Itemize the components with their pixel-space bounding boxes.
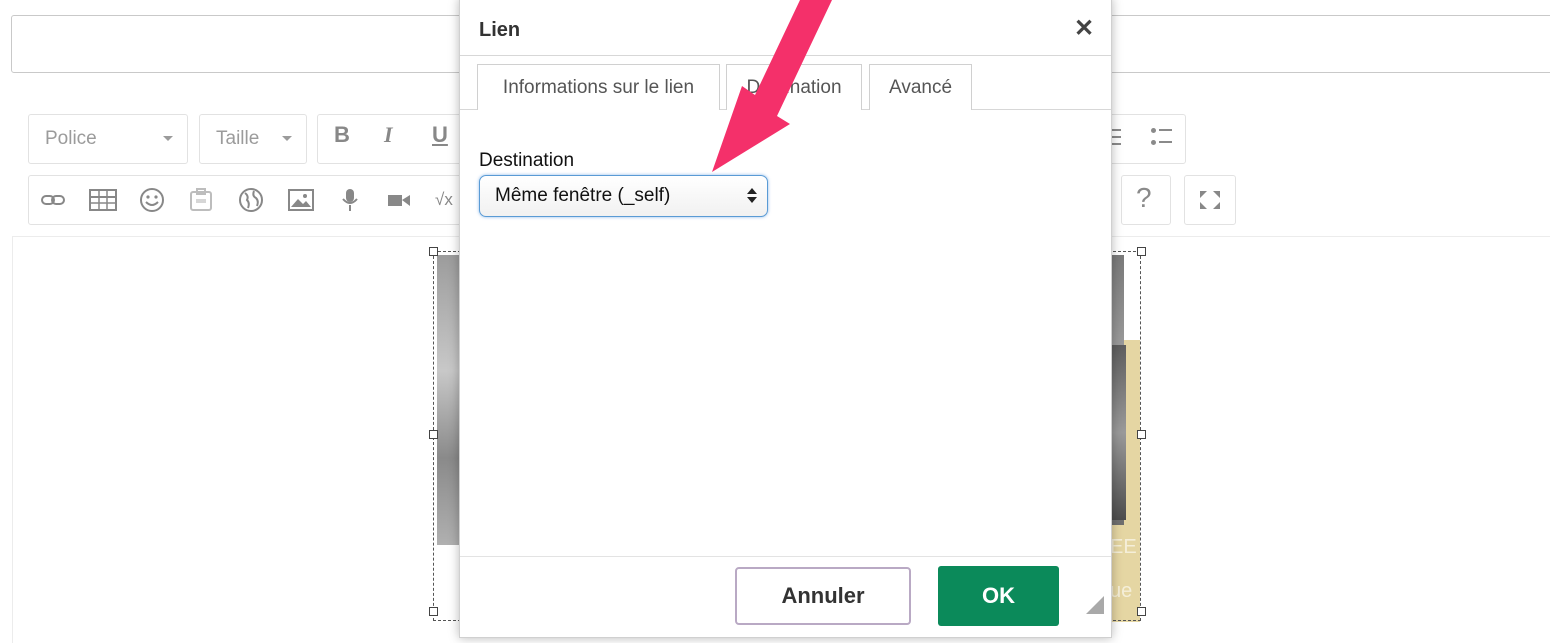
resize-handle[interactable] (429, 607, 438, 616)
destination-select-value: Même fenêtre (_self) (495, 185, 671, 206)
tab-label: Avancé (888, 76, 953, 98)
globe-icon[interactable] (238, 187, 264, 213)
chevron-down-icon (282, 136, 292, 141)
select-arrows-icon (747, 188, 757, 206)
tab-label: Destination (746, 76, 842, 98)
size-combo-label: Taille (216, 128, 260, 149)
video-icon[interactable] (386, 192, 412, 208)
smiley-icon[interactable] (139, 187, 165, 213)
destination-label: Destination (479, 150, 575, 171)
tab-destination[interactable]: Destination (726, 64, 862, 110)
destination-select[interactable]: Même fenêtre (_self) (479, 175, 768, 217)
resize-handle[interactable] (429, 430, 438, 439)
font-combo[interactable]: Police (28, 114, 188, 164)
ok-button[interactable]: OK (938, 566, 1059, 626)
close-icon[interactable]: ✕ (1074, 17, 1094, 41)
bold-button[interactable]: B (334, 122, 350, 148)
formula-icon[interactable]: √x (435, 190, 453, 210)
font-combo-label: Police (45, 128, 97, 149)
microphone-icon[interactable] (340, 187, 360, 213)
dialog-title: Lien (479, 19, 521, 41)
resize-handle[interactable] (1137, 607, 1146, 616)
resize-handle[interactable] (1137, 430, 1146, 439)
underline-button[interactable]: U (432, 122, 448, 148)
bulleted-list-icon[interactable] (1151, 126, 1173, 148)
resize-handle[interactable] (1137, 247, 1146, 256)
template-icon[interactable] (189, 187, 213, 213)
italic-button[interactable]: I (384, 122, 393, 148)
resize-handle[interactable] (429, 247, 438, 256)
link-icon[interactable] (40, 190, 66, 210)
tab-advanced[interactable]: Avancé (869, 64, 972, 110)
help-icon[interactable]: ? (1136, 182, 1152, 214)
tab-link-info[interactable]: Informations sur le lien (477, 64, 720, 110)
dialog-header-divider (460, 55, 1111, 56)
chevron-down-icon (163, 136, 173, 141)
fullscreen-icon[interactable] (1198, 189, 1222, 211)
table-icon[interactable] (89, 188, 117, 212)
dialog-footer-divider (460, 556, 1111, 557)
link-dialog: Lien ✕ Informations sur le lien Destinat… (459, 0, 1112, 638)
size-combo[interactable]: Taille (199, 114, 307, 164)
image-icon[interactable] (288, 188, 314, 212)
dialog-resize-grip[interactable] (1086, 596, 1104, 614)
tab-label: Informations sur le lien (502, 76, 695, 98)
cancel-button[interactable]: Annuler (735, 567, 911, 625)
